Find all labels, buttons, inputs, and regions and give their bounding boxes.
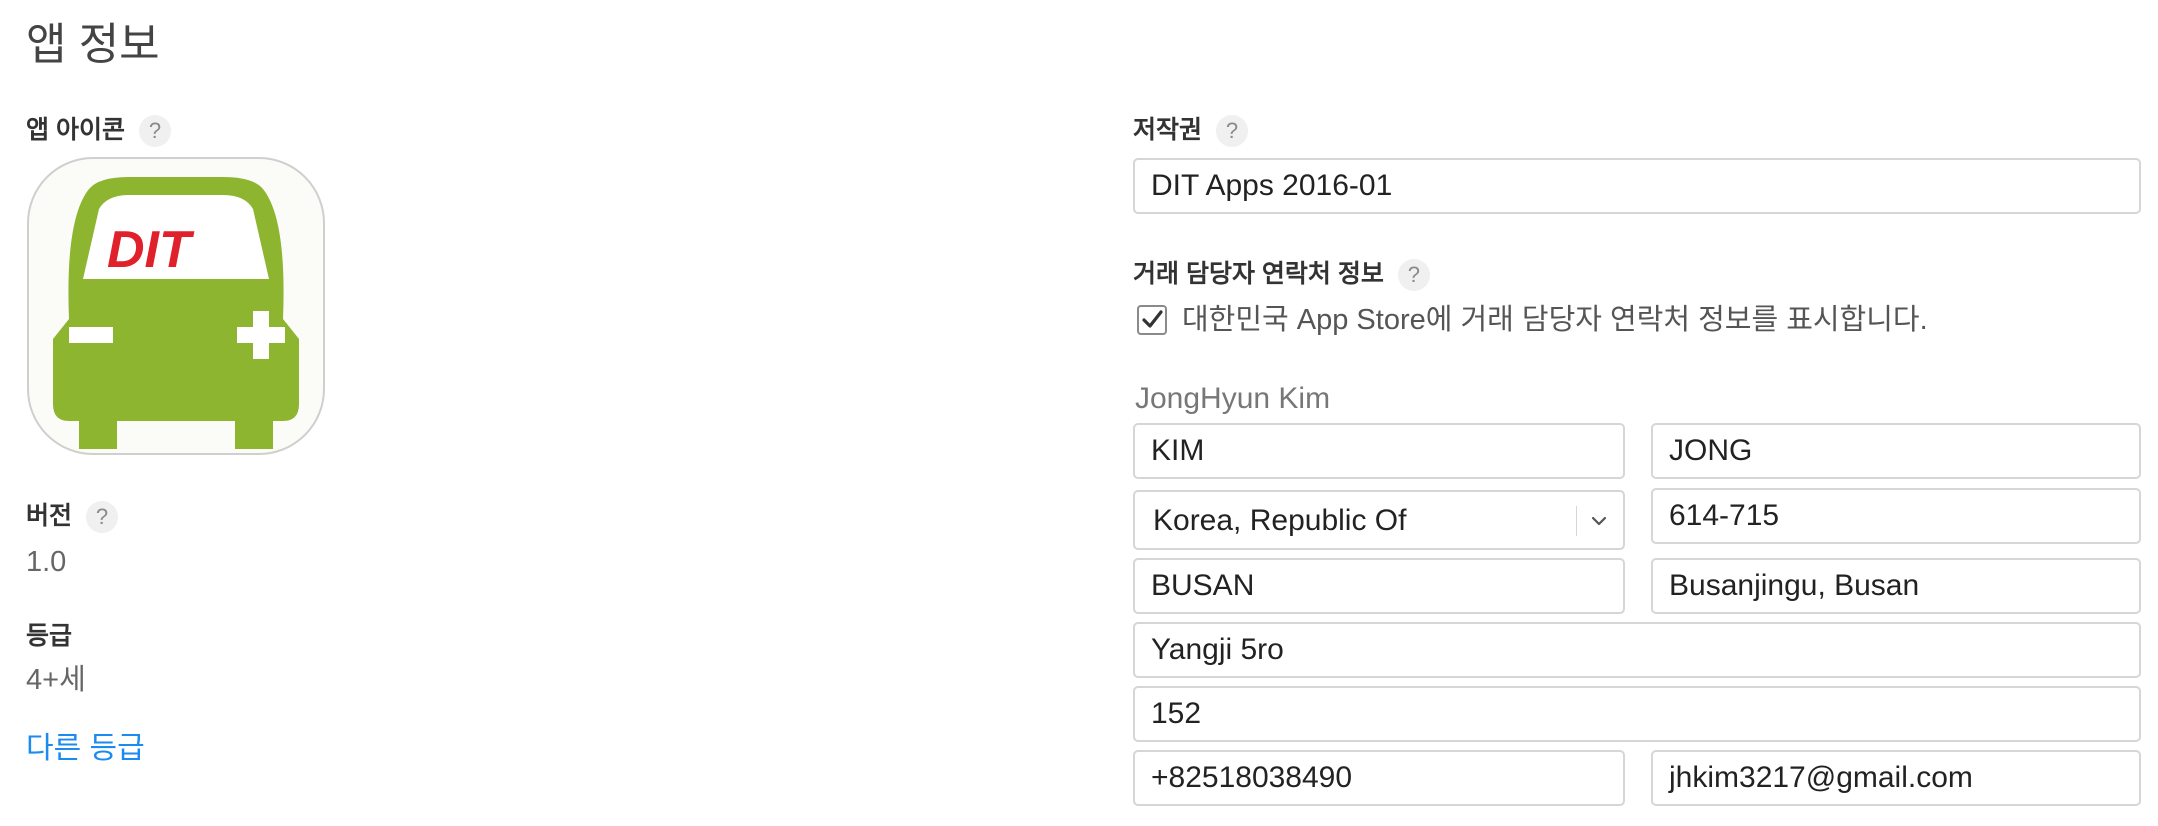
- contact-help-icon[interactable]: ?: [1397, 259, 1430, 292]
- checkmark-icon: [1142, 310, 1163, 328]
- app-icon-label: 앱 아이콘?: [26, 114, 171, 148]
- postal-code-field[interactable]: 614-715: [1651, 488, 2141, 544]
- chevron-down-icon: [1591, 516, 1607, 526]
- contact-display-name: JongHyun Kim: [1135, 382, 1331, 415]
- city-field[interactable]: BUSAN: [1133, 558, 1625, 614]
- email-field[interactable]: jhkim3217@gmail.com: [1651, 750, 2141, 806]
- page-title: 앱 정보: [26, 20, 160, 69]
- copyright-label-text: 저작권: [1133, 116, 1203, 144]
- app-icon-help-icon[interactable]: ?: [138, 115, 171, 148]
- car-logo-icon: DIT: [53, 177, 299, 449]
- country-select-value: Korea, Republic Of: [1153, 504, 1407, 537]
- rating-value: 4+세: [26, 664, 86, 696]
- last-name-field[interactable]: KIM: [1133, 423, 1625, 479]
- address-line1-field[interactable]: Yangji 5ro: [1133, 622, 2141, 678]
- other-ratings-link[interactable]: 다른 등급: [26, 730, 145, 768]
- copyright-label: 저작권?: [1133, 114, 1249, 148]
- contact-label-text: 거래 담당자 연락처 정보: [1133, 260, 1384, 288]
- show-contact-checkbox-label: 대한민국 App Store에 거래 담당자 연락처 정보를 표시합니다.: [1182, 304, 1928, 336]
- logo-text: DIT: [107, 221, 195, 279]
- rating-label: 등급: [26, 622, 73, 650]
- app-icon: DIT: [27, 157, 325, 455]
- copyright-help-icon[interactable]: ?: [1216, 115, 1249, 148]
- version-label: 버전?: [26, 500, 119, 534]
- version-value: 1.0: [26, 546, 67, 578]
- first-name-field[interactable]: JONG: [1651, 423, 2141, 479]
- version-help-icon[interactable]: ?: [86, 501, 119, 534]
- contact-label: 거래 담당자 연락처 정보?: [1133, 258, 1430, 292]
- show-contact-checkbox[interactable]: [1137, 305, 1167, 335]
- phone-field[interactable]: +82518038490: [1133, 750, 1625, 806]
- country-select[interactable]: Korea, Republic Of: [1133, 490, 1625, 550]
- address-line2-field[interactable]: 152: [1133, 686, 2141, 742]
- region-field[interactable]: Busanjingu, Busan: [1651, 558, 2141, 614]
- app-icon-label-text: 앱 아이콘: [26, 116, 125, 144]
- version-label-text: 버전: [26, 502, 73, 530]
- select-divider: [1576, 506, 1577, 536]
- copyright-field[interactable]: DIT Apps 2016-01: [1133, 158, 2141, 214]
